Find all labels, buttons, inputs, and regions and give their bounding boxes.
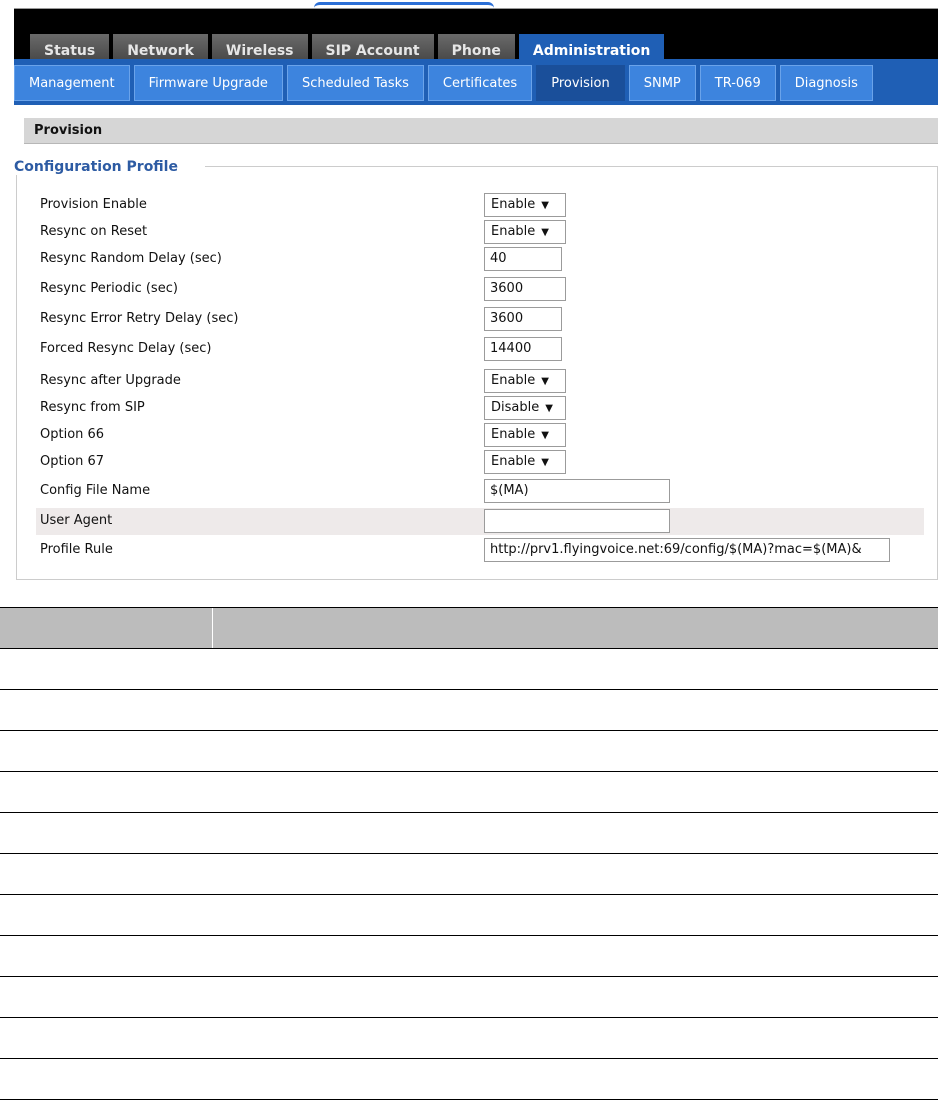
user-agent-input[interactable] (484, 509, 670, 533)
table-row (0, 731, 938, 772)
header-column-divider (212, 608, 213, 648)
resync-random-delay-label: Resync Random Delay (sec) (40, 251, 222, 266)
subtab-scheduled-tasks[interactable]: Scheduled Tasks (286, 65, 424, 101)
user-agent-label: User Agent (40, 513, 113, 528)
table-row (0, 895, 938, 936)
table-row (0, 1059, 938, 1100)
table-row (0, 977, 938, 1018)
forced-resync-delay-input[interactable]: 14400 (484, 337, 562, 361)
table-row (0, 772, 938, 813)
option-66-value: Enable (491, 427, 536, 442)
triangle-down-icon: ▼ (541, 376, 549, 387)
resync-from-sip-label: Resync from SIP (40, 400, 145, 415)
option-66-select[interactable]: Enable ▼ (484, 423, 566, 447)
resync-on-reset-select[interactable]: Enable ▼ (484, 220, 566, 244)
row-profile-rule: Profile Rule http://prv1.flyingvoice.net… (36, 537, 924, 564)
subtab-diagnosis[interactable]: Diagnosis (779, 65, 873, 101)
row-config-file-name: Config File Name $(MA) (36, 478, 924, 505)
resync-from-sip-value: Disable (491, 400, 540, 415)
row-resync-after-upgrade: Resync after Upgrade Enable ▼ (36, 368, 924, 395)
row-resync-periodic: Resync Periodic (sec) 3600 (36, 276, 924, 303)
subtab-firmware-upgrade[interactable]: Firmware Upgrade (133, 65, 283, 101)
resync-periodic-input[interactable]: 3600 (484, 277, 566, 301)
sub-tabs: Management Firmware Upgrade Scheduled Ta… (14, 65, 877, 101)
subtab-provision[interactable]: Provision (536, 65, 625, 101)
row-resync-error-retry-delay: Resync Error Retry Delay (sec) 3600 (36, 306, 924, 333)
config-file-name-input[interactable]: $(MA) (484, 479, 670, 503)
row-option-66: Option 66 Enable ▼ (36, 422, 924, 449)
row-resync-random-delay: Resync Random Delay (sec) 40 (36, 246, 924, 273)
row-user-agent: User Agent (36, 508, 924, 535)
config-file-name-label: Config File Name (40, 483, 151, 498)
fieldset-top-border (205, 166, 938, 167)
resync-error-retry-delay-label: Resync Error Retry Delay (sec) (40, 311, 239, 326)
table-row (0, 649, 938, 690)
row-resync-on-reset: Resync on Reset Enable ▼ (36, 219, 924, 246)
triangle-down-icon: ▼ (541, 430, 549, 441)
row-provision-enable: Provision Enable Enable ▼ (36, 192, 924, 219)
provision-enable-value: Enable (491, 197, 536, 212)
table-row (0, 936, 938, 977)
row-forced-resync-delay: Forced Resync Delay (sec) 14400 (36, 336, 924, 363)
forced-resync-delay-label: Forced Resync Delay (sec) (40, 341, 212, 356)
triangle-down-icon: ▼ (541, 457, 549, 468)
table-row (0, 690, 938, 731)
table-row (0, 854, 938, 895)
resync-error-retry-delay-input[interactable]: 3600 (484, 307, 562, 331)
resync-after-upgrade-label: Resync after Upgrade (40, 373, 181, 388)
row-resync-from-sip: Resync from SIP Disable ▼ (36, 395, 924, 422)
option-67-select[interactable]: Enable ▼ (484, 450, 566, 474)
provision-enable-label: Provision Enable (40, 197, 147, 212)
fieldset-legend: Configuration Profile (14, 159, 192, 175)
sub-navigation-bar: Management Firmware Upgrade Scheduled Ta… (14, 59, 938, 105)
subtab-snmp[interactable]: SNMP (628, 65, 696, 101)
resync-on-reset-value: Enable (491, 224, 536, 239)
provision-enable-select[interactable]: Enable ▼ (484, 193, 566, 217)
profile-rule-label: Profile Rule (40, 542, 113, 557)
brand-logo-fragment (314, 2, 494, 16)
resync-after-upgrade-select[interactable]: Enable ▼ (484, 369, 566, 393)
triangle-down-icon: ▼ (545, 403, 553, 414)
top-navigation-bar: Status Network Wireless SIP Account Phon… (14, 2, 938, 68)
resync-after-upgrade-value: Enable (491, 373, 536, 388)
subtab-tr-069[interactable]: TR-069 (699, 65, 776, 101)
subtab-management[interactable]: Management (14, 65, 130, 101)
description-table (0, 607, 938, 1100)
resync-random-delay-input[interactable]: 40 (484, 247, 562, 271)
row-option-67: Option 67 Enable ▼ (36, 449, 924, 476)
profile-rule-input[interactable]: http://prv1.flyingvoice.net:69/config/$(… (484, 538, 890, 562)
triangle-down-icon: ▼ (541, 227, 549, 238)
table-row (0, 813, 938, 854)
resync-on-reset-label: Resync on Reset (40, 224, 148, 239)
section-title: Provision (24, 118, 938, 144)
subtab-certificates[interactable]: Certificates (427, 65, 533, 101)
description-table-header (0, 607, 938, 649)
option-67-value: Enable (491, 454, 536, 469)
table-row (0, 1018, 938, 1059)
option-67-label: Option 67 (40, 454, 105, 469)
resync-from-sip-select[interactable]: Disable ▼ (484, 396, 566, 420)
triangle-down-icon: ▼ (541, 200, 549, 211)
option-66-label: Option 66 (40, 427, 105, 442)
resync-periodic-label: Resync Periodic (sec) (40, 281, 178, 296)
